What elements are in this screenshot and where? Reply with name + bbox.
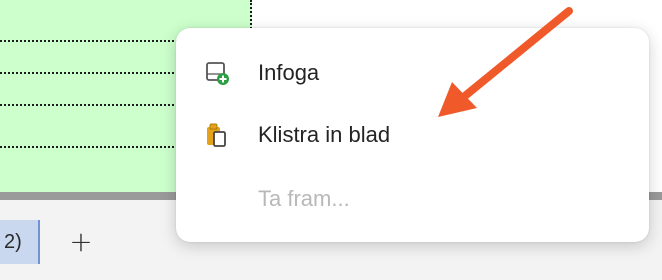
menu-item-insert[interactable]: Infoga: [176, 50, 649, 96]
paste-sheet-icon: [207, 123, 226, 147]
menu-item-label: Infoga: [258, 60, 320, 85]
insert-sheet-icon: [206, 62, 229, 85]
menu-item-label: Ta fram...: [258, 186, 350, 211]
context-menu: Infoga Klistra in blad Ta fram...: [176, 28, 649, 242]
sheet-tab-active[interactable]: 2): [0, 220, 40, 264]
menu-item-label: Klistra in blad: [258, 122, 391, 147]
menu-item-unhide: Ta fram...: [176, 176, 649, 222]
menu-item-paste-sheet[interactable]: Klistra in blad: [176, 112, 649, 158]
app-window: 2) + Infoga Klistra in blad Ta fram...: [0, 0, 662, 280]
sheet-tab-label: 2): [4, 231, 22, 253]
add-sheet-button[interactable]: +: [66, 228, 96, 258]
